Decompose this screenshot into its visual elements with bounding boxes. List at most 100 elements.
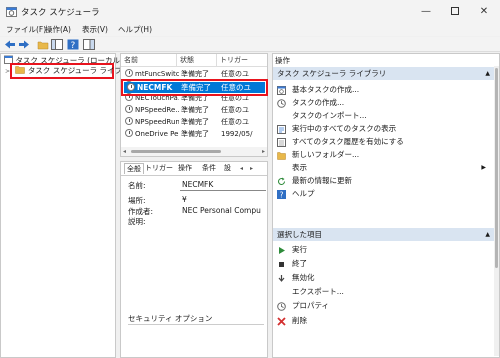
tree-library[interactable]: > タスク スケジューラ ライブラリ bbox=[5, 65, 137, 76]
action-export[interactable]: エクスポート... bbox=[277, 286, 492, 298]
forward-arrow-icon[interactable] bbox=[18, 39, 30, 50]
column-status[interactable]: 状態 bbox=[177, 54, 217, 67]
action-create-task[interactable]: タスクの作成... bbox=[277, 97, 492, 109]
column-name[interactable]: 名前 bbox=[121, 54, 177, 67]
action-new-folder[interactable]: 新しいフォルダー... bbox=[277, 149, 492, 161]
help-toolbar-icon[interactable]: ? bbox=[67, 39, 79, 50]
back-arrow-icon[interactable] bbox=[4, 39, 16, 50]
table-row[interactable]: NPSpeedRe... 準備完了 任意のユ bbox=[121, 105, 267, 117]
actions-scrollbar-thumb[interactable] bbox=[495, 68, 498, 268]
menu-help[interactable]: ヘルプ(H) bbox=[118, 23, 152, 36]
action-label: 削除 bbox=[292, 316, 307, 325]
action-help[interactable]: ? ヘルプ bbox=[277, 188, 492, 200]
running-tasks-icon bbox=[277, 125, 286, 134]
scrollbar-thumb[interactable] bbox=[131, 150, 221, 153]
action-end[interactable]: 終了 bbox=[277, 258, 492, 270]
tab-triggers[interactable]: トリガー bbox=[143, 163, 175, 174]
menu-action[interactable]: 操作(A) bbox=[45, 23, 71, 36]
author-value: NEC Personal Compu bbox=[182, 206, 261, 215]
actions-section-library-label: タスク スケジューラ ライブラリ bbox=[277, 69, 387, 78]
collapse-icon[interactable]: ▲ bbox=[485, 228, 490, 241]
action-view[interactable]: 表示 ▶ bbox=[277, 162, 492, 174]
folder-up-icon[interactable] bbox=[37, 39, 49, 50]
task-name: mtFuncSwitch bbox=[135, 70, 179, 78]
close-button[interactable]: ✕ bbox=[470, 0, 498, 22]
name-value: NECMFK bbox=[182, 180, 214, 189]
action-enable-history[interactable]: すべてのタスク履歴を有効にする bbox=[277, 136, 492, 148]
properties-icon bbox=[277, 302, 286, 311]
task-trigger: 任意のユ bbox=[221, 83, 251, 92]
actions-section-library[interactable]: タスク スケジューラ ライブラリ ▲ bbox=[273, 67, 496, 80]
task-scheduler-window: タスク スケジューラ — ✕ ファイル(F) 操作(A) 表示(V) ヘルプ(H… bbox=[0, 0, 500, 358]
action-create-basic-task[interactable]: 基本タスクの作成... bbox=[277, 84, 492, 96]
table-row[interactable]: OneDrive Pe... 準備完了 1992/05/ bbox=[121, 129, 267, 141]
close-icon: ✕ bbox=[479, 5, 489, 17]
tab-scroll-left-icon[interactable]: ◂ bbox=[238, 163, 245, 174]
window-title: タスク スケジューラ bbox=[21, 8, 100, 18]
action-refresh[interactable]: 最新の情報に更新 bbox=[277, 175, 492, 187]
table-row[interactable]: NPSpeedRun 準備完了 任意のユ bbox=[121, 117, 267, 129]
disable-icon bbox=[278, 275, 285, 282]
minimize-button[interactable]: — bbox=[412, 0, 440, 22]
tab-conditions[interactable]: 条件 bbox=[200, 163, 218, 174]
detail-tabs: 全般 トリガー 操作 条件 設 ◂ ▸ bbox=[121, 162, 268, 174]
maximize-icon bbox=[451, 7, 459, 15]
toolbar: ? bbox=[0, 37, 500, 52]
tab-general[interactable]: 全般 bbox=[124, 163, 144, 174]
action-display-running-tasks[interactable]: 実行中のすべてのタスクの表示 bbox=[277, 123, 492, 135]
action-run[interactable]: 実行 bbox=[277, 244, 492, 256]
expand-arrow-icon[interactable]: > bbox=[5, 68, 10, 75]
selected-task-row[interactable]: NECMFK 準備完了 任意のユ bbox=[124, 82, 265, 93]
action-properties[interactable]: プロパティ bbox=[277, 300, 492, 312]
actions-section-selected-label: 選択した項目 bbox=[277, 230, 322, 239]
security-divider bbox=[128, 324, 264, 325]
action-disable[interactable]: 無効化 bbox=[277, 272, 492, 284]
console-tree: タスク スケジューラ (ローカル) bbox=[0, 53, 123, 358]
task-trigger: 任意のユ bbox=[221, 106, 249, 114]
submenu-arrow-icon: ▶ bbox=[481, 164, 486, 171]
show-hide-action-pane-icon[interactable] bbox=[83, 39, 95, 50]
task-list: 名前 状態 トリガー mtFuncSwitch 準備完了 任意のユ NECMFK… bbox=[120, 53, 268, 157]
menu-file[interactable]: ファイル(F) bbox=[6, 23, 46, 36]
actions-scrollbar[interactable] bbox=[494, 66, 499, 356]
column-trigger[interactable]: トリガー bbox=[217, 54, 267, 67]
tab-actions[interactable]: 操作 bbox=[176, 163, 194, 174]
scroll-right-icon[interactable]: ▸ bbox=[262, 148, 265, 155]
actions-section-selected[interactable]: 選択した項目 ▲ bbox=[273, 228, 496, 241]
show-hide-console-tree-icon[interactable] bbox=[51, 39, 63, 50]
title-bar: タスク スケジューラ — ✕ bbox=[0, 0, 500, 23]
create-basic-task-icon bbox=[277, 86, 286, 95]
task-trigger: 1992/05/ bbox=[221, 130, 253, 138]
svg-text:?: ? bbox=[71, 41, 76, 50]
menu-bar: ファイル(F) 操作(A) 表示(V) ヘルプ(H) bbox=[0, 23, 500, 36]
task-name: OneDrive Pe... bbox=[135, 130, 179, 138]
task-trigger: 任意のユ bbox=[221, 118, 249, 126]
task-clock-icon bbox=[125, 129, 133, 137]
action-label: 基本タスクの作成... bbox=[292, 85, 360, 94]
action-label: 終了 bbox=[292, 259, 307, 268]
action-label: プロパティ bbox=[292, 301, 330, 310]
task-status: 準備完了 bbox=[181, 106, 209, 114]
run-icon bbox=[279, 247, 285, 254]
security-options-label: セキュリティ オプション bbox=[128, 314, 213, 323]
tab-scroll-right-icon[interactable]: ▸ bbox=[248, 163, 255, 174]
scroll-left-icon[interactable]: ◂ bbox=[123, 148, 126, 155]
action-delete[interactable]: 削除 bbox=[277, 315, 492, 327]
maximize-button[interactable] bbox=[441, 0, 469, 22]
action-label: 新しいフォルダー... bbox=[292, 150, 360, 159]
task-name: NECMFK bbox=[137, 83, 173, 92]
action-label: 実行中のすべてのタスクの表示 bbox=[292, 124, 397, 133]
action-label: エクスポート... bbox=[292, 287, 344, 296]
collapse-icon[interactable]: ▲ bbox=[485, 67, 490, 80]
horizontal-scrollbar[interactable]: ◂ ▸ bbox=[121, 147, 267, 156]
action-label: 最新の情報に更新 bbox=[292, 176, 352, 185]
location-label: 場所: bbox=[128, 196, 146, 205]
action-import-task[interactable]: タスクのインポート... bbox=[277, 110, 492, 122]
folder-icon bbox=[15, 66, 26, 74]
description-label: 説明: bbox=[128, 217, 146, 226]
svg-text:?: ? bbox=[280, 191, 284, 200]
menu-view[interactable]: 表示(V) bbox=[82, 23, 108, 36]
name-field-underline bbox=[180, 190, 266, 191]
action-label: タスクのインポート... bbox=[292, 111, 367, 120]
tab-settings[interactable]: 設 bbox=[222, 163, 233, 174]
